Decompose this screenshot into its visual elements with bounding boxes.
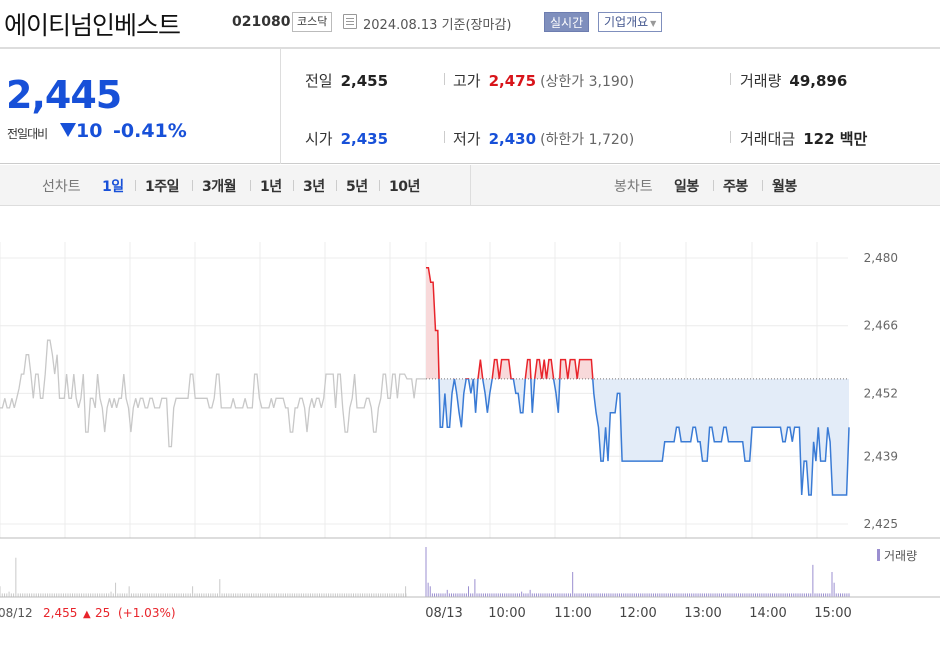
current-price: 2,445 <box>6 73 122 117</box>
prev-day-change-pct: (+1.03%) <box>118 606 176 620</box>
tab-weekly-candle[interactable]: 주봉 <box>723 176 748 196</box>
stat-volume: 거래량 49,896 <box>740 70 847 91</box>
prev-day-close: 2,455 <box>43 606 77 620</box>
tab-1d[interactable]: 1일 <box>102 176 124 196</box>
stat-value: 2,430 <box>488 130 537 148</box>
base-date: 2024.08.13 기준(장마감) <box>363 18 512 33</box>
tab-3m[interactable]: 3개월 <box>202 176 237 196</box>
stat-value: 2,435 <box>340 130 389 148</box>
divider <box>379 180 380 191</box>
y-tick-label: 2,425 <box>864 517 898 531</box>
stat-label: 거래량 <box>740 72 782 90</box>
up-area <box>426 267 849 379</box>
stat-low: 저가 2,430 (하한가 1,720) <box>453 128 634 149</box>
stat-label: 고가 <box>453 72 481 90</box>
change-value: 10 <box>76 120 103 142</box>
divider <box>730 131 731 143</box>
stat-open: 시가 2,435 <box>305 128 388 149</box>
divider <box>336 180 337 191</box>
realtime-button[interactable]: 실시간 <box>544 12 590 32</box>
stat-value: 49,896 <box>789 72 848 90</box>
x-tick-label: 15:00 <box>814 606 851 621</box>
stock-header: 에이티넘인베스트 021080 코스닥 2024.08.13 기준(장마감) 실… <box>0 0 940 47</box>
tab-5y[interactable]: 5년 <box>346 176 368 196</box>
chart-tab-bar: 선차트 1일 1주일 3개월 1년 3년 5년 10년 봉차트 일봉 주봉 월봉 <box>0 165 940 206</box>
stock-title: 에이티넘인베스트 <box>4 11 181 40</box>
lower-limit-label: 하한가 <box>545 132 585 148</box>
tab-monthly-candle[interactable]: 월봉 <box>772 176 797 196</box>
upper-limit-label: 상한가 <box>545 74 585 90</box>
chart-svg: 2,480 2,466 2,452 2,439 2,425 거래량 08/12 2,455 ▲ 2… <box>0 242 940 621</box>
stat-amount: 거래대금 122 백만 <box>740 128 867 149</box>
x-tick-label: 11:00 <box>554 606 591 621</box>
down-arrow-icon <box>60 123 76 137</box>
line-chart-label: 선차트 <box>42 179 81 195</box>
upper-limit-value: 3,190 <box>588 74 629 90</box>
stat-label: 전일 <box>305 72 333 90</box>
x-tick-label: 10:00 <box>488 606 525 621</box>
change-percent: -0.41% <box>113 120 187 142</box>
tab-1w[interactable]: 1주일 <box>145 176 180 196</box>
y-tick-label: 2,480 <box>864 251 898 265</box>
divider <box>135 180 136 191</box>
price-summary: 2,445 전일대비 10 -0.41% 전일 2,455 고가 2,475 (상한가… <box>0 47 940 164</box>
tab-10y[interactable]: 10년 <box>389 176 420 196</box>
stat-label: 시가 <box>305 130 333 148</box>
lower-limit: (하한가 1,720) <box>540 132 635 148</box>
lower-limit-value: 1,720 <box>588 132 629 148</box>
tab-3y[interactable]: 3년 <box>303 176 325 196</box>
divider <box>762 180 763 191</box>
upper-limit: (상한가 3,190) <box>540 74 635 90</box>
divider <box>730 73 731 85</box>
stat-value: 122 백만 <box>803 130 868 148</box>
divider <box>293 180 294 191</box>
stat-value: 2,475 <box>488 72 537 90</box>
stat-label: 거래대금 <box>740 130 796 148</box>
stock-code: 021080 <box>232 14 291 30</box>
x-tick-label: 12:00 <box>619 606 656 621</box>
stat-value: 2,455 <box>340 72 389 90</box>
tab-1y[interactable]: 1년 <box>260 176 282 196</box>
divider <box>713 180 714 191</box>
company-overview-button[interactable]: 기업개요 ▼ <box>598 12 663 32</box>
divider <box>192 180 193 191</box>
y-tick-label: 2,439 <box>864 449 898 463</box>
divider <box>444 73 445 85</box>
divider <box>444 131 445 143</box>
prev-day-date: 08/12 <box>0 606 33 620</box>
stat-label: 저가 <box>453 130 481 148</box>
divider <box>250 180 251 191</box>
divider <box>470 165 471 206</box>
up-triangle-icon: ▲ <box>83 609 91 620</box>
y-tick-label: 2,452 <box>864 386 898 400</box>
volume-legend-label: 거래량 <box>884 549 917 563</box>
x-tick-label: 14:00 <box>749 606 786 621</box>
stat-high: 고가 2,475 (상한가 3,190) <box>453 70 634 91</box>
current-price-box: 2,445 전일대비 10 -0.41% <box>0 49 281 164</box>
company-overview-label: 기업개요 <box>604 15 649 29</box>
x-tick-label: 13:00 <box>684 606 721 621</box>
intraday-chart[interactable]: 2,480 2,466 2,452 2,439 2,425 거래량 08/12 2,455 ▲ 2… <box>0 207 940 651</box>
calendar-icon <box>343 14 357 29</box>
volume-legend-swatch <box>877 549 880 561</box>
x-tick-label: 08/13 <box>425 606 462 621</box>
y-tick-label: 2,466 <box>864 319 898 333</box>
tab-daily-candle[interactable]: 일봉 <box>674 176 699 196</box>
chevron-down-icon: ▼ <box>650 19 657 28</box>
candle-chart-label: 봉차트 <box>614 179 653 195</box>
change-label: 전일대비 <box>7 127 48 141</box>
stat-prev-close: 전일 2,455 <box>305 70 388 91</box>
prev-day-change: 25 <box>95 606 110 620</box>
market-badge: 코스닥 <box>292 12 333 32</box>
